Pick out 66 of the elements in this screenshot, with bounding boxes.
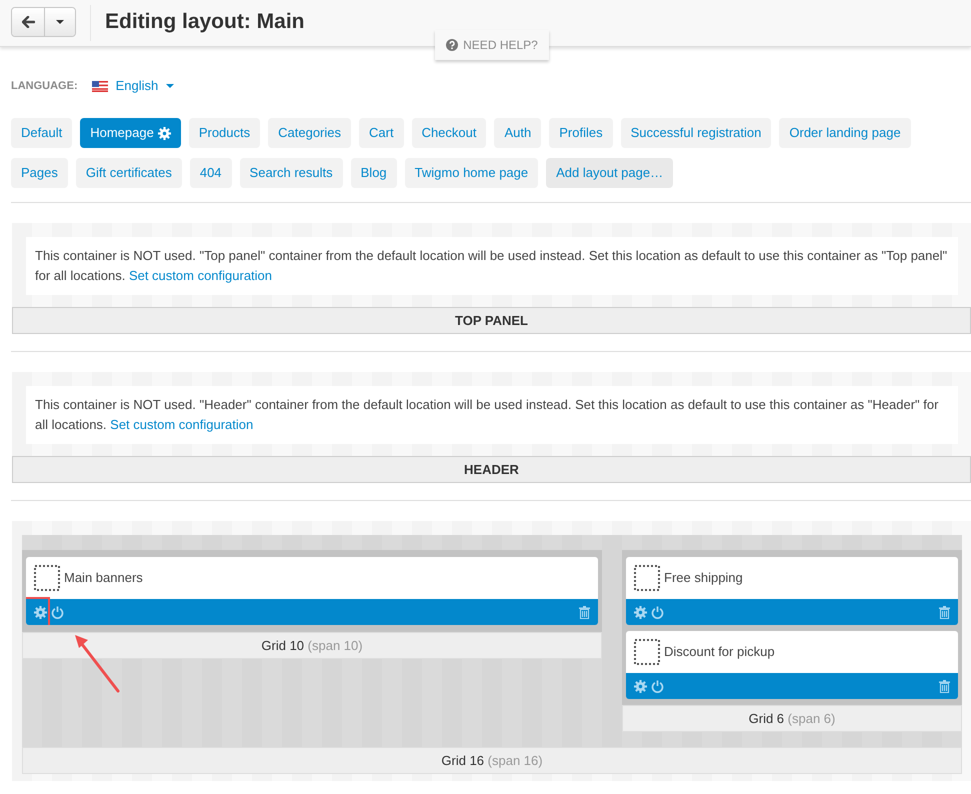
block-title: Discount for pickup — [664, 643, 775, 662]
page-title: Editing layout: Main — [105, 9, 304, 35]
power-button[interactable] — [51, 606, 64, 618]
gear-icon — [158, 126, 171, 140]
page-tab[interactable]: Products — [188, 118, 260, 148]
power-button[interactable] — [651, 680, 664, 692]
caret-icon — [56, 20, 64, 24]
page-tab[interactable]: Twigmo home page — [404, 158, 538, 188]
grid-span: (span 10) — [308, 638, 363, 653]
grid-label: Grid 16 (span 16) — [22, 747, 962, 774]
grid-label: Grid 10 (span 10) — [22, 632, 602, 659]
settings-button[interactable] — [34, 606, 47, 618]
grid-span: (span 16) — [488, 753, 543, 768]
gear-icon — [34, 606, 47, 618]
caret-icon — [166, 84, 174, 88]
annotation-arrow — [75, 635, 120, 692]
container-notice: This container is NOT used. "Header" container from the default location will be used instead. Set this location as default to use this container as "Header" for all locations. Set custom configuration — [26, 386, 958, 444]
power-icon — [651, 680, 664, 692]
grid-label: Grid 6 (span 6) — [622, 705, 962, 732]
page-tab[interactable]: Cart — [359, 118, 404, 148]
page-tab[interactable]: Gift certificates — [76, 158, 182, 188]
block-icon — [34, 565, 60, 591]
gear-icon — [634, 680, 647, 692]
settings-button[interactable] — [634, 680, 647, 692]
container-title: HEADER — [12, 456, 971, 483]
page-tab[interactable]: Search results — [240, 158, 343, 188]
help-button[interactable]: NEED HELP? — [435, 30, 549, 60]
custom-config-link[interactable]: Set custom configuration — [128, 268, 272, 283]
settings-button[interactable] — [634, 606, 647, 618]
flag-icon — [92, 80, 108, 92]
delete-button[interactable] — [579, 606, 590, 618]
question-icon — [446, 39, 458, 51]
block-title: Main banners — [64, 569, 143, 588]
custom-config-link[interactable]: Set custom configuration — [110, 417, 254, 432]
trash-icon — [579, 606, 590, 618]
page-tab[interactable]: Profiles — [549, 118, 613, 148]
trash-icon — [939, 680, 950, 692]
language-dropdown[interactable]: English — [92, 76, 174, 96]
trash-icon — [939, 606, 950, 618]
page-tab[interactable]: Pages — [11, 158, 68, 188]
block-icon — [634, 565, 660, 591]
back-button[interactable] — [12, 8, 45, 36]
container-title: TOP PANEL — [12, 307, 971, 334]
delete-button[interactable] — [939, 606, 950, 618]
page-tab[interactable]: Successful registration — [620, 118, 772, 148]
power-icon — [651, 606, 664, 618]
block-title: Free shipping — [664, 569, 743, 588]
page-tab[interactable]: Checkout — [412, 118, 486, 148]
highlight-frame — [26, 597, 50, 625]
container-notice: This container is NOT used. "Top panel" container from the default location will be used instead. Set this location as default to use this container as "Top panel" for all locations. Set custom configuration — [26, 237, 958, 295]
page-tab[interactable]: Default — [11, 118, 72, 148]
page-tab[interactable]: Categories — [268, 118, 351, 148]
page-tab[interactable]: Blog — [350, 158, 397, 188]
grid-span: (span 6) — [788, 711, 836, 726]
gear-icon — [634, 606, 647, 618]
block-icon — [634, 639, 660, 665]
page-tab[interactable]: Order landing page — [779, 118, 911, 148]
page-tab[interactable]: Auth — [494, 118, 542, 148]
power-button[interactable] — [651, 606, 664, 618]
arrow-left-icon — [22, 16, 34, 28]
page-tab[interactable]: 404 — [190, 158, 232, 188]
language-label: LANGUAGE: — [11, 78, 78, 94]
page-tab[interactable]: Homepage — [80, 118, 181, 148]
add-page-button[interactable]: Add layout page… — [546, 158, 674, 188]
power-icon — [51, 606, 64, 618]
delete-button[interactable] — [939, 680, 950, 692]
